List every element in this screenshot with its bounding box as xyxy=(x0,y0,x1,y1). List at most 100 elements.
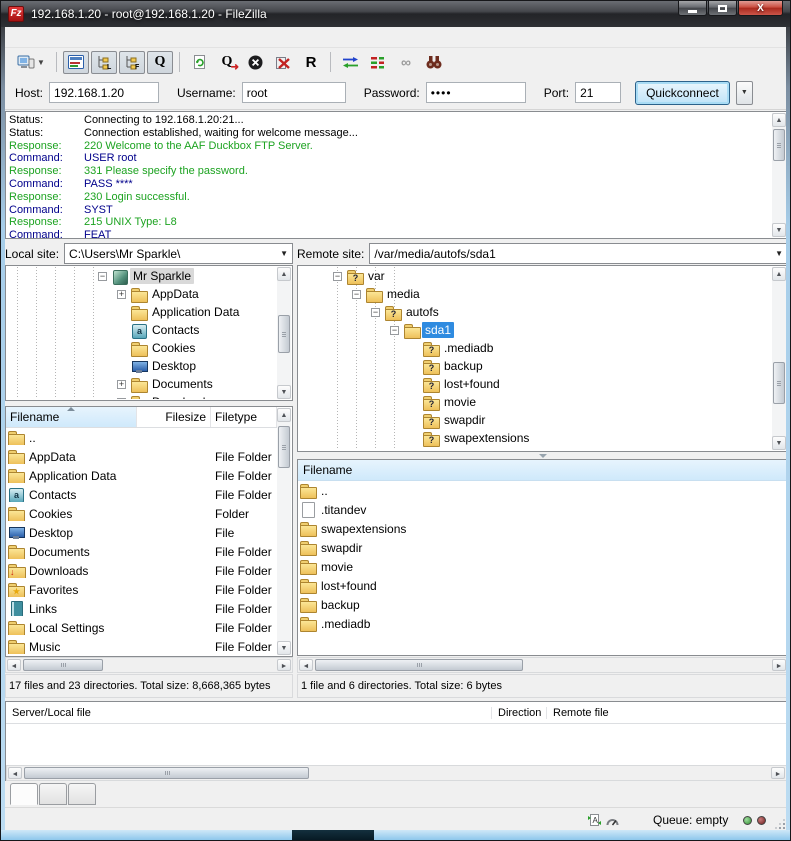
column-header-filename[interactable]: Filename xyxy=(303,463,352,477)
menu-item[interactable] xyxy=(109,35,125,39)
disconnect-button[interactable] xyxy=(270,51,296,74)
scroll-up-icon[interactable]: ▲ xyxy=(772,267,786,281)
site-manager-dropdown-icon[interactable]: ▼ xyxy=(37,58,45,67)
local-site-combobox[interactable]: C:\Users\Mr Sparkle\ ▼ xyxy=(64,243,293,264)
file-row[interactable]: .mediadb xyxy=(298,614,787,633)
tree-expander[interactable]: + xyxy=(117,398,126,400)
tree-expander[interactable]: − xyxy=(333,272,342,281)
reconnect-button[interactable]: R xyxy=(298,51,324,74)
remote-list-header[interactable]: Filename xyxy=(298,460,787,481)
file-row[interactable]: Application Data File Folder xyxy=(6,466,277,485)
file-row[interactable]: swapdir xyxy=(298,538,787,557)
scroll-up-icon[interactable]: ▲ xyxy=(277,267,291,281)
file-row[interactable]: backup xyxy=(298,595,787,614)
process-queue-button[interactable]: Q➜ xyxy=(214,51,240,74)
tree-node[interactable]: − Mr Sparkle xyxy=(7,267,277,285)
tree-node[interactable]: + AppData xyxy=(7,285,277,303)
tree-expander[interactable]: + xyxy=(117,290,126,299)
quickconnect-button[interactable]: Quickconnect xyxy=(635,81,730,105)
column-header-filename[interactable]: Filename xyxy=(6,407,137,427)
column-header-direction[interactable]: Direction xyxy=(492,707,547,719)
chevron-down-icon[interactable]: ▼ xyxy=(775,249,783,258)
tree-expander[interactable]: − xyxy=(98,272,107,281)
tree-node[interactable]: − autofs xyxy=(299,303,772,321)
local-list-scrollbar-thumb[interactable] xyxy=(278,426,290,468)
toggle-transfer-queue-button[interactable]: Q xyxy=(147,51,173,74)
minimize-button[interactable] xyxy=(678,1,707,16)
tree-node-label[interactable]: Contacts xyxy=(149,322,202,338)
port-input[interactable] xyxy=(575,82,621,103)
tree-expander[interactable]: + xyxy=(117,380,126,389)
tree-node[interactable]: + Downloads xyxy=(7,393,277,399)
tree-node-label[interactable]: backup xyxy=(441,358,486,374)
scroll-left-icon[interactable]: ◄ xyxy=(7,659,21,671)
log-scrollbar-thumb[interactable] xyxy=(773,129,785,161)
synchronized-browsing-button[interactable]: ∞ xyxy=(393,51,419,74)
column-header-remote-file[interactable]: Remote file xyxy=(547,707,787,719)
menu-item[interactable] xyxy=(29,35,45,39)
queue-tab[interactable] xyxy=(39,783,67,805)
file-row[interactable]: Favorites File Folder xyxy=(6,580,277,599)
remote-pane-splitter[interactable] xyxy=(297,452,788,459)
menu-item[interactable] xyxy=(93,35,109,39)
tree-node-label[interactable]: swapextensions xyxy=(441,430,532,446)
file-row[interactable]: Links File Folder xyxy=(6,599,277,618)
local-tree-scrollbar-thumb[interactable] xyxy=(278,315,290,353)
tree-node[interactable]: Contacts xyxy=(7,321,277,339)
quickconnect-dropdown-button[interactable]: ▼ xyxy=(736,81,753,105)
tree-node-label[interactable]: media xyxy=(384,286,423,302)
file-row[interactable]: Music File Folder xyxy=(6,637,277,656)
tree-node-label[interactable]: swapdir xyxy=(441,412,488,428)
host-input[interactable] xyxy=(49,82,159,103)
menu-item[interactable] xyxy=(125,35,141,39)
scroll-down-icon[interactable]: ▼ xyxy=(277,641,291,655)
queue-tab[interactable] xyxy=(10,783,38,805)
log-scrollbar[interactable]: ▲ ▼ xyxy=(772,113,786,237)
tree-node[interactable]: backup xyxy=(299,357,772,375)
file-row[interactable]: Local Settings File Folder xyxy=(6,618,277,637)
local-list-scrollbar[interactable]: ▲ ▼ xyxy=(277,408,291,655)
scroll-left-icon[interactable]: ◄ xyxy=(299,659,313,671)
file-row[interactable]: .. xyxy=(6,428,277,447)
chevron-down-icon[interactable]: ▼ xyxy=(280,249,288,258)
remote-tree-scrollbar-thumb[interactable] xyxy=(773,362,785,404)
tree-node[interactable]: Cookies xyxy=(7,339,277,357)
tree-node[interactable]: swapdir xyxy=(299,411,772,429)
file-row[interactable]: Documents File Folder xyxy=(6,542,277,561)
tree-node-label[interactable]: Mr Sparkle xyxy=(130,268,194,284)
remote-tree-scrollbar[interactable]: ▲ ▼ xyxy=(772,267,786,450)
remote-list-hscrollbar[interactable]: ◄ ► xyxy=(297,657,788,673)
menu-item[interactable] xyxy=(13,35,29,39)
close-button[interactable]: X xyxy=(738,1,783,16)
site-manager-button[interactable]: ▼ xyxy=(12,51,50,74)
scroll-right-icon[interactable]: ► xyxy=(771,767,785,779)
username-input[interactable] xyxy=(242,82,346,103)
local-list-hscrollbar[interactable]: ◄ ► xyxy=(5,657,293,673)
remote-list-hscrollbar-thumb[interactable] xyxy=(315,659,523,671)
toggle-remote-tree-button[interactable]: F xyxy=(119,51,145,74)
resize-grip[interactable] xyxy=(775,819,785,829)
tree-node-label[interactable]: Documents xyxy=(149,376,216,392)
column-header-filesize[interactable]: Filesize xyxy=(137,407,211,427)
column-header-server-local-file[interactable]: Server/Local file xyxy=(6,707,492,719)
scroll-left-icon[interactable]: ◄ xyxy=(8,767,22,779)
tree-node[interactable]: swapextensions xyxy=(299,429,772,447)
file-row[interactable]: lost+found xyxy=(298,576,787,595)
tree-node[interactable]: − var xyxy=(299,267,772,285)
tree-node[interactable]: Application Data xyxy=(7,303,277,321)
file-row[interactable]: movie xyxy=(298,557,787,576)
tree-node[interactable]: − sda1 xyxy=(299,321,772,339)
scroll-right-icon[interactable]: ► xyxy=(277,659,291,671)
scroll-down-icon[interactable]: ▼ xyxy=(772,436,786,450)
scroll-down-icon[interactable]: ▼ xyxy=(277,385,291,399)
menu-item[interactable] xyxy=(77,35,93,39)
file-row[interactable]: .titandev xyxy=(298,500,787,519)
tree-node-label[interactable]: AppData xyxy=(149,286,202,302)
file-row[interactable]: Contacts File Folder xyxy=(6,485,277,504)
toggle-local-tree-button[interactable]: L xyxy=(91,51,117,74)
tree-node-label[interactable]: movie xyxy=(441,394,479,410)
tree-node-label[interactable]: autofs xyxy=(403,304,442,320)
file-row[interactable]: Desktop File xyxy=(6,523,277,542)
tree-node[interactable]: lost+found xyxy=(299,375,772,393)
tree-node-label[interactable]: Downloads xyxy=(149,394,214,399)
